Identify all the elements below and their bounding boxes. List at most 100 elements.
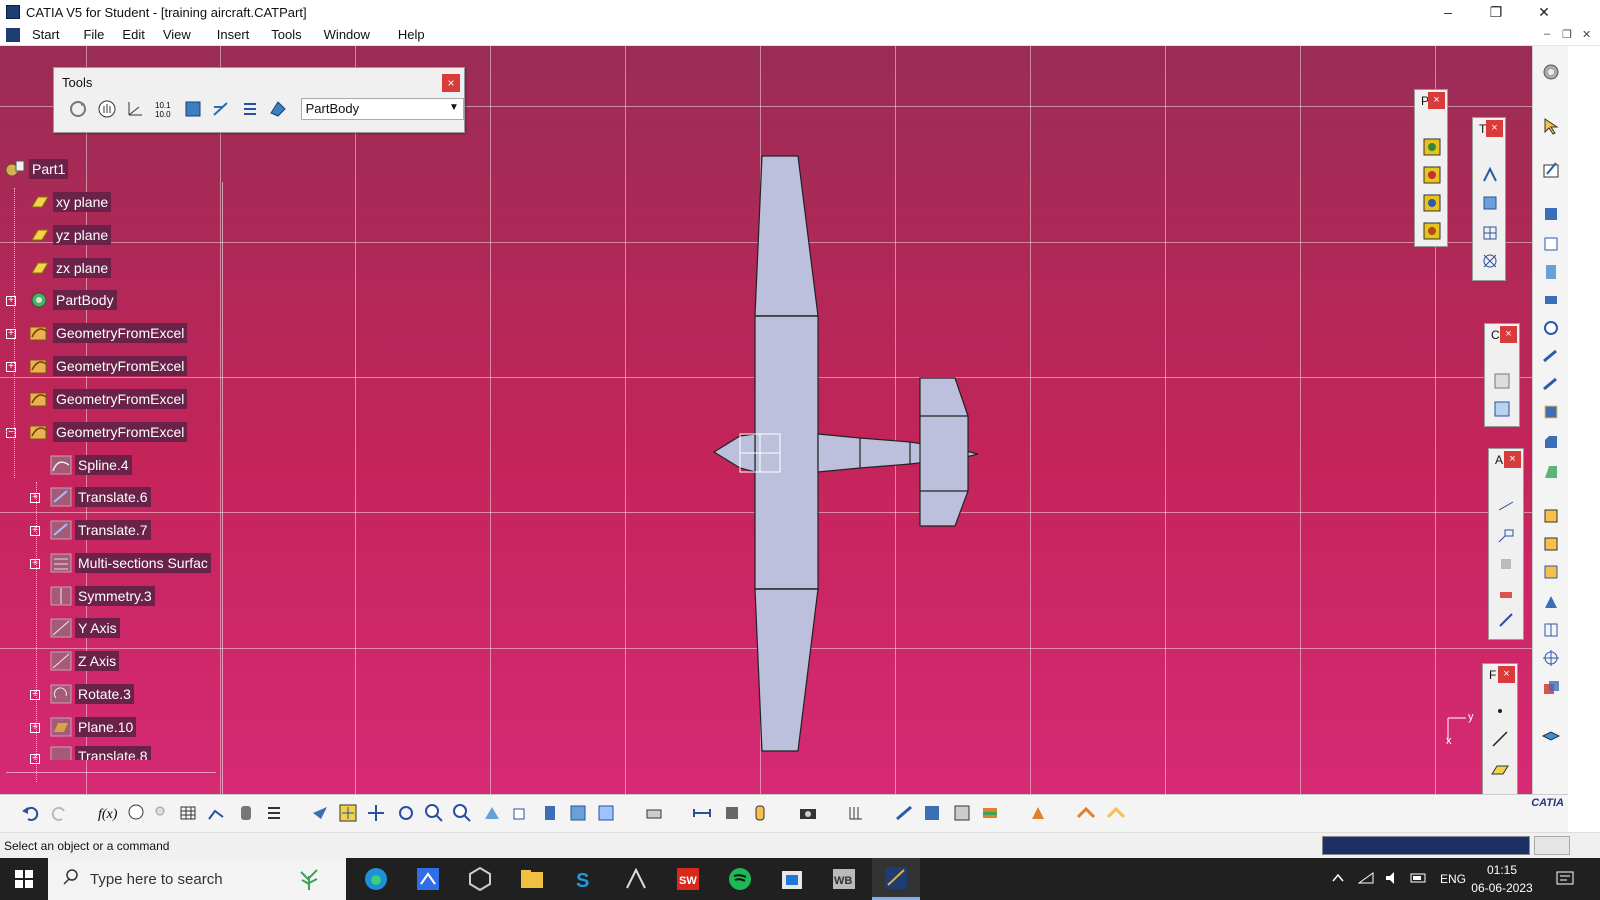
doc-close-button[interactable]: ✕	[1582, 28, 1591, 41]
view-icon[interactable]	[1495, 609, 1517, 631]
expand-toggle[interactable]: +	[30, 754, 40, 764]
fly-icon[interactable]	[308, 801, 332, 825]
command-input[interactable]	[1322, 836, 1530, 855]
datum-icon[interactable]	[1495, 553, 1517, 575]
capture-icon[interactable]	[796, 801, 820, 825]
expand-toggle[interactable]: +	[6, 329, 16, 339]
clock[interactable]: 01:15 06-06-2023	[1470, 861, 1534, 897]
isometric-view-icon[interactable]	[508, 801, 532, 825]
skype-icon[interactable]: S	[560, 858, 608, 900]
menu-window[interactable]: Window	[318, 27, 382, 42]
draft-icon[interactable]	[1539, 460, 1563, 484]
doc-minimize-button[interactable]: –	[1544, 28, 1550, 40]
chevron-up-icon[interactable]	[1332, 872, 1344, 886]
compass-icon[interactable]	[1479, 250, 1501, 272]
slot-icon[interactable]	[1539, 372, 1563, 396]
measure-item-icon[interactable]	[720, 801, 744, 825]
edge-icon[interactable]	[352, 858, 400, 900]
catalog-icon[interactable]	[180, 96, 205, 121]
sketch-tracer-icon[interactable]	[1104, 801, 1128, 825]
battery-icon[interactable]	[1410, 872, 1428, 887]
text-annotation-icon[interactable]	[1495, 495, 1517, 517]
close-tools-button[interactable]: ×	[442, 74, 460, 92]
notification-icon[interactable]	[1556, 858, 1574, 900]
catia-taskbar-icon[interactable]	[872, 858, 920, 900]
select-arrow-icon[interactable]	[1539, 114, 1563, 138]
plane-selection-icon[interactable]	[844, 801, 868, 825]
tree-item-rotate[interactable]: Rotate.3	[50, 681, 134, 707]
sketch-icon[interactable]	[1539, 158, 1563, 182]
network-icon[interactable]	[1357, 871, 1374, 888]
3d-viewport[interactable]: Part1 xy plane yz plane zx plane + PartB…	[0, 46, 1568, 794]
windows-start-button[interactable]	[0, 858, 48, 900]
menu-edit[interactable]: Edit	[116, 27, 156, 42]
tree-horizontal-scrollbar[interactable]	[6, 772, 216, 780]
settings-icon[interactable]	[1539, 60, 1563, 84]
shell-icon[interactable]	[1539, 504, 1563, 528]
expand-toggle[interactable]: +	[6, 362, 16, 372]
tree-item-yz-plane[interactable]: yz plane	[28, 222, 112, 248]
apply-material-icon[interactable]	[1026, 801, 1050, 825]
file-explorer-icon[interactable]	[508, 858, 556, 900]
inertia-icon[interactable]	[1479, 192, 1501, 214]
shaft-icon[interactable]	[1539, 260, 1563, 284]
groove-icon[interactable]	[1539, 288, 1563, 312]
tree-item-zx-plane[interactable]: zx plane	[28, 255, 112, 281]
ansys-icon[interactable]	[612, 858, 660, 900]
minimize-button[interactable]: –	[1424, 0, 1472, 24]
tree-item-geometry-excel[interactable]: GeometryFromExcel	[28, 386, 188, 412]
pan-icon[interactable]	[364, 801, 388, 825]
rotate-view-icon[interactable]	[394, 801, 418, 825]
sheet-metal-icon[interactable]	[950, 801, 974, 825]
law-icon[interactable]	[204, 801, 228, 825]
tree-item-partbody[interactable]: PartBody	[28, 287, 117, 313]
tree-item-multi-sections[interactable]: Multi-sections Surfac	[50, 550, 211, 576]
mirror-icon[interactable]	[1539, 646, 1563, 670]
zoom-out-icon[interactable]	[450, 801, 474, 825]
tree-item-spline[interactable]: Spline.4	[50, 452, 132, 478]
solidworks-icon[interactable]: SW	[664, 858, 712, 900]
tree-item-translate-6[interactable]: Translate.6	[50, 484, 151, 510]
units-icon[interactable]: 10.1 10.0	[152, 96, 177, 121]
doc-restore-button[interactable]: ❐	[1562, 28, 1572, 41]
close-toolbar-button[interactable]: ×	[1504, 451, 1521, 468]
inertia-measure-icon[interactable]	[748, 801, 772, 825]
bulb-icon[interactable]	[148, 801, 172, 825]
close-window-button[interactable]: ✕	[1520, 0, 1568, 24]
snap-icon[interactable]	[209, 96, 234, 121]
store-icon[interactable]	[768, 858, 816, 900]
document-icon[interactable]	[6, 27, 20, 42]
print-icon[interactable]	[642, 801, 666, 825]
language-indicator[interactable]: ENG	[1440, 872, 1466, 886]
close-toolbar-button[interactable]: ×	[1428, 92, 1445, 109]
spotify-icon[interactable]	[716, 858, 764, 900]
zoom-in-icon[interactable]	[422, 801, 446, 825]
axis-icon[interactable]	[123, 96, 148, 121]
settings-app-icon[interactable]	[456, 858, 504, 900]
knowledge-icon[interactable]	[124, 801, 148, 825]
surface-tool-icon[interactable]	[1421, 164, 1443, 186]
pad-icon[interactable]	[1539, 202, 1563, 226]
tree-item-geometry-excel[interactable]: GeometryFromExcel	[28, 320, 188, 346]
workbench-icon[interactable]: WB	[820, 858, 868, 900]
weld-icon[interactable]	[1495, 581, 1517, 603]
aircraft-model[interactable]	[700, 146, 1000, 766]
grid-icon[interactable]	[1479, 222, 1501, 244]
redo-icon[interactable]	[48, 801, 72, 825]
menu-view[interactable]: View	[157, 27, 203, 42]
menu-help[interactable]: Help	[392, 27, 437, 42]
catalog-browser-icon[interactable]	[892, 801, 916, 825]
list-icon[interactable]	[237, 96, 262, 121]
wire-icon[interactable]	[1074, 801, 1098, 825]
taskbar-search[interactable]: Type here to search	[48, 858, 346, 900]
status-end-button[interactable]	[1534, 836, 1570, 855]
tree-item-translate-7[interactable]: Translate.7	[50, 517, 151, 543]
tree-item-z-axis[interactable]: Z Axis	[50, 648, 120, 674]
close-toolbar-button[interactable]: ×	[1486, 120, 1503, 137]
visual-studio-icon[interactable]	[404, 858, 452, 900]
pocket-icon[interactable]	[1539, 232, 1563, 256]
menu-insert[interactable]: Insert	[211, 27, 262, 42]
point-icon[interactable]	[1489, 700, 1511, 722]
menu-tools[interactable]: Tools	[265, 27, 313, 42]
thickness-icon[interactable]	[1539, 532, 1563, 556]
